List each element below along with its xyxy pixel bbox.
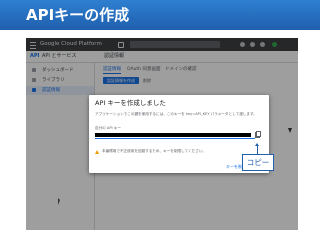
dialog-description: アプリケーションでこの鍵を使用するには、このキーを key=API_KEY パラ…	[95, 112, 257, 116]
restriction-warning: 本番環境で不正使用を回避するため、キーを制限してください。	[102, 149, 207, 153]
warning-icon	[95, 150, 99, 154]
mouse-pointer-icon	[58, 198, 60, 205]
api-key-underline	[95, 138, 255, 139]
copy-callout: コピー	[242, 154, 274, 171]
cursor-icon	[288, 128, 292, 133]
copy-icon[interactable]	[255, 131, 261, 138]
api-key-field-redacted[interactable]	[95, 133, 251, 137]
dialog-title: API キーを作成しました	[95, 99, 166, 107]
api-key-label: 自分の API キー	[95, 126, 121, 130]
slide-header: APIキーの作成	[0, 0, 320, 30]
slide-title: APIキーの作成	[26, 6, 130, 24]
